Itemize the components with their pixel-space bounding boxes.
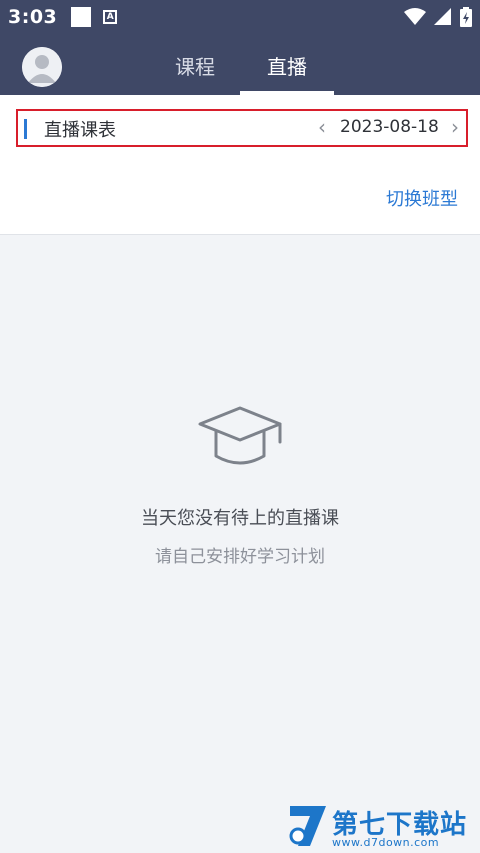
schedule-date: 2023-08-18 — [340, 117, 439, 137]
empty-state: 当天您没有待上的直播课 请自己安排好学习计划 — [0, 236, 480, 853]
status-bar: 3:03 A — [0, 0, 480, 33]
empty-state-title: 当天您没有待上的直播课 — [141, 508, 339, 529]
switch-class-button[interactable]: 切换班型 — [386, 185, 458, 211]
signal-icon — [434, 7, 451, 25]
wifi-icon — [404, 7, 426, 25]
empty-state-subtitle: 请自己安排好学习计划 — [155, 547, 325, 567]
schedule-accent-bar — [24, 119, 27, 139]
live-schedule-bar: 直播课表 ‹ 2023-08-18 › — [16, 109, 468, 147]
schedule-title: 直播课表 — [44, 120, 116, 141]
watermark-logo-icon — [289, 806, 326, 846]
next-date-chevron-icon[interactable]: › — [447, 115, 463, 139]
graduation-cap-icon — [198, 406, 282, 465]
schedule-panel: 直播课表 ‹ 2023-08-18 › 切换班型 — [0, 95, 480, 235]
prev-date-chevron-icon[interactable]: ‹ — [314, 115, 330, 139]
watermark: 第七下载站 www.d7down.com — [286, 800, 480, 853]
tab-courses[interactable]: 课程 — [150, 51, 240, 80]
status-time: 3:03 — [8, 5, 58, 28]
status-right-icons — [404, 6, 472, 27]
avatar[interactable] — [22, 47, 62, 87]
user-avatar-icon — [22, 47, 62, 87]
keyboard-a-icon: A — [103, 9, 118, 24]
top-nav: 课程 直播 — [0, 33, 480, 95]
tab-live[interactable]: 直播 — [242, 51, 332, 80]
watermark-url: www.d7down.com — [332, 836, 440, 849]
notification-square-icon — [71, 6, 92, 27]
battery-charging-icon — [460, 6, 472, 27]
